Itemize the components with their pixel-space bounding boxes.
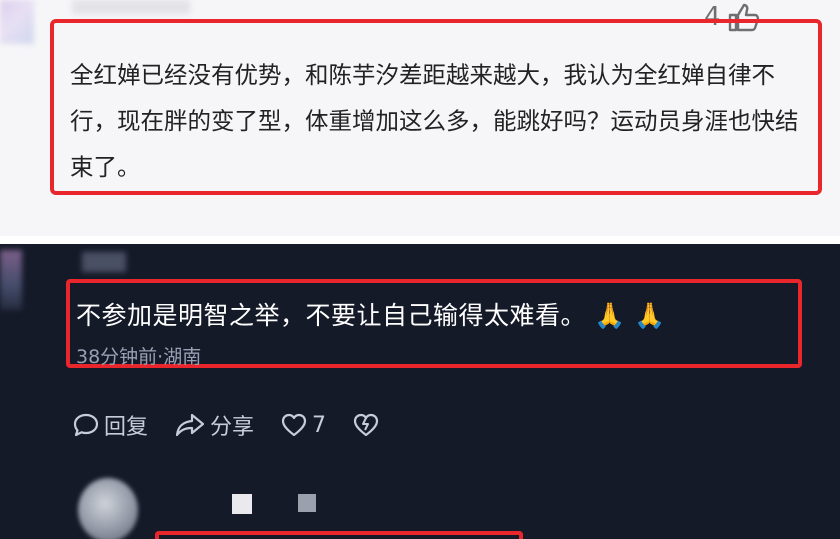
username-redacted[interactable]	[72, 0, 190, 14]
avatar[interactable]	[78, 478, 138, 539]
share-button[interactable]: 分享	[174, 409, 254, 441]
dislike-button[interactable]	[352, 412, 380, 438]
comment-actions: 回复 分享 7	[72, 409, 406, 441]
comment-bubble-icon	[73, 413, 99, 437]
reply-label: 回复	[104, 415, 149, 440]
username-redacted[interactable]	[232, 494, 252, 514]
comment-body: 不参加是明智之举，不要让自己输得太难看。	[76, 301, 587, 330]
comment-card-top: 4 全红婵已经没有优势，和陈芋汐差距越来越大，我认为全红婵自律不行，现在胖的变了…	[0, 0, 840, 236]
avatar[interactable]	[0, 0, 34, 44]
comment-card-dark: 不参加是明智之举，不要让自己输得太难看。 🙏 🙏 38分钟前·湖南 回复 分享 7	[0, 244, 840, 539]
username-redacted[interactable]	[298, 494, 316, 512]
heart-icon	[281, 413, 307, 437]
avatar[interactable]	[0, 250, 22, 310]
comment-text-dark: 不参加是明智之举，不要让自己输得太难看。 🙏 🙏	[76, 296, 666, 332]
share-label: 分享	[210, 415, 255, 440]
highlight-box-reply	[155, 531, 523, 539]
broken-heart-icon	[353, 413, 379, 437]
like-button[interactable]: 7	[280, 412, 326, 438]
pray-emoji: 🙏 🙏	[594, 301, 666, 330]
comment-text-top: 全红婵已经没有优势，和陈芋汐差距越来越大，我认为全红婵自律不行，现在胖的变了型，…	[70, 61, 799, 181]
comment-meta: 38分钟前·湖南	[76, 346, 202, 368]
like-count: 7	[312, 412, 327, 438]
share-arrow-icon	[175, 413, 205, 437]
reply-button[interactable]: 回复	[72, 409, 148, 441]
username-redacted[interactable]	[82, 252, 126, 272]
